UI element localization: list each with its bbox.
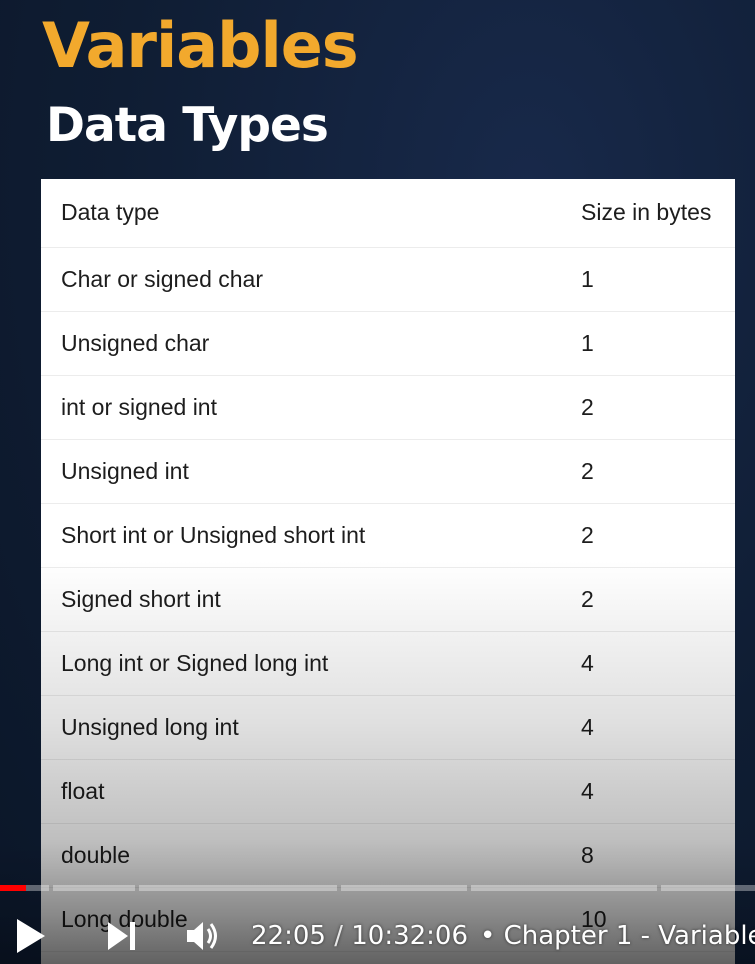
chapter-segment[interactable]	[0, 885, 49, 891]
slide-title: Variables	[42, 9, 359, 82]
chapter-title-button[interactable]: • Chapter 1 - Variable	[480, 916, 755, 956]
chapter-segment[interactable]	[53, 885, 135, 891]
data-types-table: Data type Size in bytes Char or signed c…	[41, 179, 735, 952]
duration: 10:32:06	[351, 921, 469, 951]
cell-size: 8	[561, 823, 735, 888]
table-row: Unsigned long int 4	[41, 695, 735, 760]
chapter-segment[interactable]	[471, 885, 657, 891]
chapter-title: Chapter 1 - Variable	[503, 921, 755, 951]
cell-data-type: Unsigned long int	[41, 695, 561, 760]
cell-size: 2	[561, 439, 735, 504]
cell-size: 2	[561, 567, 735, 632]
cell-data-type: Char or signed char	[41, 247, 561, 312]
slide-subtitle: Data Types	[46, 98, 329, 153]
table-row: Unsigned char 1	[41, 311, 735, 376]
cell-size: 2	[561, 503, 735, 568]
cell-data-type: Short int or Unsigned short int	[41, 503, 561, 568]
cell-size: 4	[561, 759, 735, 824]
chapter-segment[interactable]	[661, 885, 755, 891]
table-body: Char or signed char 1 Unsigned char 1 in…	[41, 247, 735, 952]
volume-button[interactable]	[184, 917, 222, 955]
next-button[interactable]	[104, 918, 138, 954]
table-row: float 4	[41, 759, 735, 824]
column-header-data-type: Data type	[41, 179, 561, 248]
table-row: Short int or Unsigned short int 2	[41, 503, 735, 568]
video-player[interactable]: Variables Data Types Data type Size in b…	[0, 0, 755, 964]
data-types-table-card: Data type Size in bytes Char or signed c…	[41, 179, 735, 964]
table-row: Char or signed char 1	[41, 247, 735, 312]
cell-data-type: Signed short int	[41, 567, 561, 632]
table-row: Long int or Signed long int 4	[41, 631, 735, 696]
cell-data-type: float	[41, 759, 561, 824]
cell-size: 1	[561, 247, 735, 312]
chapter-segment[interactable]	[139, 885, 337, 891]
play-button[interactable]	[14, 916, 48, 956]
cell-size: 1	[561, 311, 735, 376]
table-row: Signed short int 2	[41, 567, 735, 632]
cell-size: 2	[561, 375, 735, 440]
progress-played-fill	[0, 885, 27, 891]
table-header-row: Data type Size in bytes	[41, 179, 735, 248]
table-row: Unsigned int 2	[41, 439, 735, 504]
chapter-bullet: •	[480, 921, 496, 951]
cell-size: 4	[561, 631, 735, 696]
chapter-segment[interactable]	[341, 885, 467, 891]
play-icon	[17, 919, 45, 953]
time-display: 22:05 / 10:32:06	[251, 916, 468, 956]
column-header-size: Size in bytes	[561, 179, 735, 248]
table-row: double 8	[41, 823, 735, 888]
next-icon	[108, 922, 135, 950]
cell-data-type: Unsigned char	[41, 311, 561, 376]
cell-data-type: Long int or Signed long int	[41, 631, 561, 696]
cell-data-type: double	[41, 823, 561, 888]
current-time: 22:05	[251, 921, 326, 951]
cell-data-type: int or signed int	[41, 375, 561, 440]
volume-icon	[187, 922, 217, 950]
cell-data-type: Unsigned int	[41, 439, 561, 504]
time-separator: /	[334, 921, 343, 951]
table-row: int or signed int 2	[41, 375, 735, 440]
cell-size: 4	[561, 695, 735, 760]
progress-bar[interactable]	[0, 885, 755, 891]
